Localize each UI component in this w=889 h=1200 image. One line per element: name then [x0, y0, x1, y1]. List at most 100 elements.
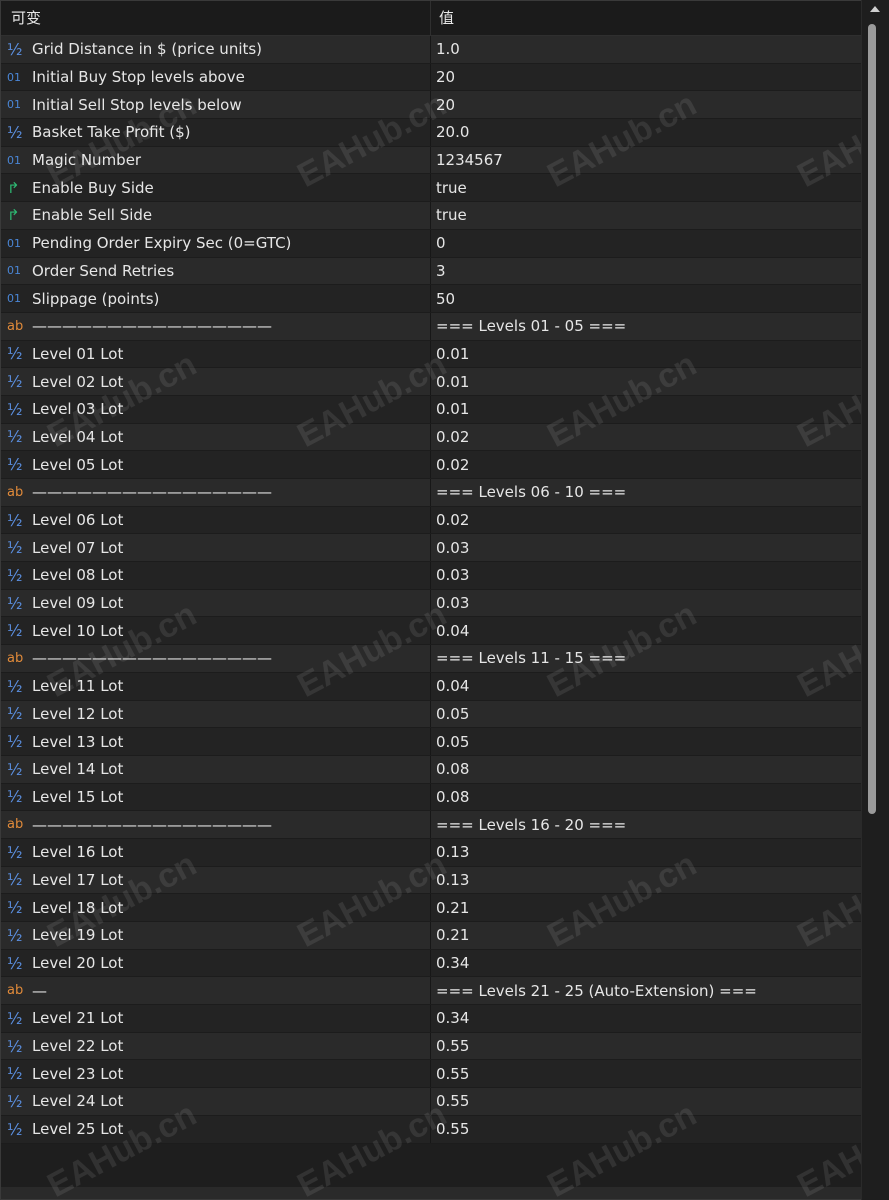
param-value-cell[interactable]: 0.02 — [431, 451, 861, 478]
param-value-cell[interactable]: === Levels 06 - 10 === — [431, 479, 861, 506]
param-value-cell[interactable]: 0.34 — [431, 950, 861, 977]
table-row[interactable]: ½ Level 10 Lot 0.04 — [1, 617, 861, 646]
param-value-cell[interactable]: 0.03 — [431, 534, 861, 561]
table-row[interactable]: 01 Initial Buy Stop levels above 20 — [1, 63, 861, 92]
param-value-cell[interactable]: 0.55 — [431, 1060, 861, 1087]
param-value-cell[interactable]: 20 — [431, 91, 861, 118]
param-name-cell: ½ Level 21 Lot — [1, 1005, 431, 1032]
header-variable[interactable]: 可变 — [1, 1, 431, 35]
param-value-cell[interactable]: 0.55 — [431, 1116, 861, 1143]
param-value-cell[interactable]: 0.05 — [431, 728, 861, 755]
table-row[interactable]: ½ Grid Distance in $ (price units) 1.0 — [1, 36, 861, 64]
param-value-cell[interactable]: 0.02 — [431, 424, 861, 451]
param-value-cell[interactable]: 0.04 — [431, 617, 861, 644]
table-row[interactable]: ½ Level 16 Lot 0.13 — [1, 838, 861, 867]
table-row[interactable]: ½ Level 13 Lot 0.05 — [1, 728, 861, 756]
param-value-cell[interactable]: 0.04 — [431, 673, 861, 700]
table-row[interactable]: 01 Initial Sell Stop levels below 20 — [1, 91, 861, 120]
param-value-cell[interactable]: 0.13 — [431, 839, 861, 866]
table-row[interactable]: ab ———————————————— === Levels 11 - 15 === — [1, 645, 861, 673]
param-value-cell[interactable]: 0.03 — [431, 590, 861, 617]
table-row[interactable]: ½ Level 02 Lot 0.01 — [1, 368, 861, 396]
table-row[interactable]: ½ Level 07 Lot 0.03 — [1, 534, 861, 563]
table-row[interactable]: 01 Slippage (points) 50 — [1, 285, 861, 313]
table-row[interactable]: ½ Level 14 Lot 0.08 — [1, 755, 861, 784]
table-row[interactable]: ab — === Levels 21 - 25 (Auto-Extension) =… — [1, 977, 861, 1006]
param-value-cell[interactable]: === Levels 01 - 05 === — [431, 313, 861, 340]
param-name-cell: ½ Level 08 Lot — [1, 562, 431, 589]
param-value-cell[interactable]: 0.03 — [431, 562, 861, 589]
param-value-cell[interactable]: 0.13 — [431, 867, 861, 894]
param-name: Level 22 Lot — [32, 1037, 124, 1056]
table-row[interactable]: ½ Level 24 Lot 0.55 — [1, 1088, 861, 1116]
param-value-cell[interactable]: 0.55 — [431, 1088, 861, 1115]
param-value-cell[interactable]: 0.01 — [431, 341, 861, 368]
table-row[interactable]: ½ Level 23 Lot 0.55 — [1, 1060, 861, 1089]
param-value-cell[interactable]: 0 — [431, 230, 861, 257]
table-row[interactable]: ½ Level 15 Lot 0.08 — [1, 783, 861, 812]
table-row[interactable]: ½ Level 12 Lot 0.05 — [1, 700, 861, 729]
param-name: Enable Sell Side — [32, 206, 153, 225]
param-value-cell[interactable]: 1.0 — [431, 36, 861, 63]
param-value-cell[interactable]: true — [431, 202, 861, 229]
table-row[interactable]: 01 Order Send Retries 3 — [1, 257, 861, 286]
table-row[interactable]: ½ Level 09 Lot 0.03 — [1, 589, 861, 618]
param-value-cell[interactable]: 0.01 — [431, 368, 861, 395]
table-row[interactable]: ½ Level 19 Lot 0.21 — [1, 922, 861, 950]
table-row[interactable]: ½ Basket Take Profit ($) 20.0 — [1, 119, 861, 147]
param-value-cell[interactable]: 0.01 — [431, 396, 861, 423]
param-value-cell[interactable]: 0.55 — [431, 1033, 861, 1060]
param-name: Order Send Retries — [32, 261, 175, 280]
param-name-cell: ab ———————————————— — [1, 645, 431, 672]
param-name-cell: ½ Level 12 Lot — [1, 700, 431, 728]
table-row[interactable]: ½ Level 04 Lot 0.02 — [1, 423, 861, 452]
table-row[interactable]: ½ Level 06 Lot 0.02 — [1, 506, 861, 535]
param-value-cell[interactable]: true — [431, 174, 861, 201]
table-row[interactable]: ½ Level 25 Lot 0.55 — [1, 1115, 861, 1144]
scroll-thumb[interactable] — [868, 24, 876, 814]
table-row[interactable]: 01 Pending Order Expiry Sec (0=GTC) 0 — [1, 229, 861, 258]
double-type-icon: ½ — [7, 399, 23, 419]
table-row[interactable]: ½ Level 01 Lot 0.01 — [1, 340, 861, 369]
table-row[interactable]: ½ Level 20 Lot 0.34 — [1, 949, 861, 978]
param-value-cell[interactable]: 20.0 — [431, 119, 861, 146]
param-name: Level 17 Lot — [32, 870, 124, 889]
param-name-cell: ½ Level 19 Lot — [1, 922, 431, 949]
param-name: ———————————————— — [32, 483, 272, 502]
param-value-cell[interactable]: 1234567 — [431, 147, 861, 174]
param-value-cell[interactable]: === Levels 11 - 15 === — [431, 645, 861, 672]
table-row[interactable]: ½ Level 08 Lot 0.03 — [1, 562, 861, 590]
param-value-cell[interactable]: 0.21 — [431, 894, 861, 921]
table-row[interactable]: ½ Level 05 Lot 0.02 — [1, 451, 861, 479]
param-name-cell: ½ Level 07 Lot — [1, 534, 431, 562]
param-value-cell[interactable]: 50 — [431, 285, 861, 312]
table-row[interactable]: ½ Level 11 Lot 0.04 — [1, 672, 861, 701]
param-value-cell[interactable]: 0.21 — [431, 922, 861, 949]
table-row[interactable]: ab ———————————————— === Levels 16 - 20 === — [1, 811, 861, 839]
table-row[interactable]: ½ Level 17 Lot 0.13 — [1, 866, 861, 895]
table-row[interactable]: ½ Level 18 Lot 0.21 — [1, 894, 861, 922]
table-row[interactable]: ↱ Enable Buy Side true — [1, 174, 861, 203]
table-row[interactable]: ↱ Enable Sell Side true — [1, 202, 861, 230]
param-value-cell[interactable]: 0.34 — [431, 1005, 861, 1032]
param-value-cell[interactable]: === Levels 21 - 25 (Auto-Extension) === — [431, 977, 861, 1004]
param-value-cell[interactable]: 0.08 — [431, 784, 861, 811]
param-value-cell[interactable]: 0.05 — [431, 701, 861, 728]
table-row[interactable]: 01 Magic Number 1234567 — [1, 146, 861, 175]
param-name-cell: ½ Level 09 Lot — [1, 589, 431, 617]
param-value-cell[interactable]: 20 — [431, 64, 861, 91]
table-row[interactable]: ½ Level 22 Lot 0.55 — [1, 1032, 861, 1061]
table-row[interactable]: ab ———————————————— === Levels 01 - 05 === — [1, 312, 861, 341]
param-value-cell[interactable]: === Levels 16 - 20 === — [431, 811, 861, 838]
param-name-cell: ab — — [1, 977, 431, 1005]
table-row[interactable]: ½ Level 21 Lot 0.34 — [1, 1005, 861, 1033]
scroll-up-arrow-icon[interactable] — [870, 6, 880, 12]
param-value-cell[interactable]: 3 — [431, 258, 861, 285]
table-row[interactable]: ½ Level 03 Lot 0.01 — [1, 395, 861, 424]
param-value-cell[interactable]: 0.02 — [431, 507, 861, 534]
double-type-icon: ½ — [7, 898, 23, 918]
vertical-scrollbar[interactable] — [861, 0, 889, 1200]
table-row[interactable]: ab ———————————————— === Levels 06 - 10 === — [1, 479, 861, 507]
header-value[interactable]: 值 — [431, 1, 861, 35]
param-value-cell[interactable]: 0.08 — [431, 756, 861, 783]
